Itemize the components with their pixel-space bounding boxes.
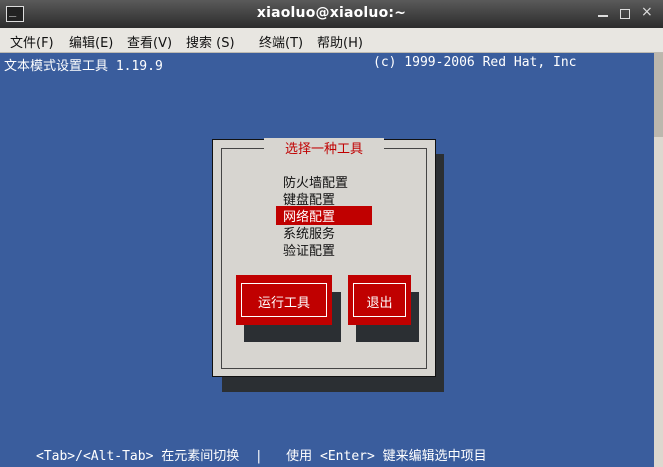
menu-view[interactable]: 查看(V)	[127, 32, 172, 51]
run-tool-button-label: 运行工具	[257, 296, 310, 311]
window-title: xiaoluo@xiaoluo:~	[256, 5, 407, 21]
scrollbar-thumb[interactable]	[654, 53, 663, 137]
terminal-header-left: 文本模式设置工具 1.19.9	[4, 59, 163, 74]
menubar: 文件(F) 编辑(E) 查看(V) 搜索 (S) 终端(T) 帮助(H)	[0, 28, 663, 53]
exit-button[interactable]: 退出	[348, 275, 411, 325]
menu-edit[interactable]: 编辑(E)	[69, 32, 113, 51]
menu-search[interactable]: 搜索 (S)	[186, 32, 235, 51]
dialog-title: 选择一种工具	[264, 138, 384, 157]
run-tool-button[interactable]: 运行工具	[236, 275, 332, 325]
maximize-icon[interactable]	[620, 9, 630, 19]
window-titlebar[interactable]: xiaoluo@xiaoluo:~	[0, 0, 663, 28]
menu-help[interactable]: 帮助(H)	[317, 32, 363, 51]
minimize-icon[interactable]	[598, 9, 608, 19]
close-icon[interactable]	[641, 7, 653, 19]
terminal-header-right: (c) 1999-2006 Red Hat, Inc	[373, 55, 577, 70]
menu-file[interactable]: 文件(F)	[10, 32, 54, 51]
menu-terminal[interactable]: 终端(T)	[259, 32, 303, 51]
exit-button-label: 退出	[366, 296, 393, 311]
list-item-authentication[interactable]: 验证配置	[283, 240, 335, 259]
terminal-footer-hint: <Tab>/<Alt-Tab> 在元素间切换 | 使用 <Enter> 键来编辑…	[36, 449, 487, 464]
scrollbar[interactable]	[654, 53, 663, 467]
